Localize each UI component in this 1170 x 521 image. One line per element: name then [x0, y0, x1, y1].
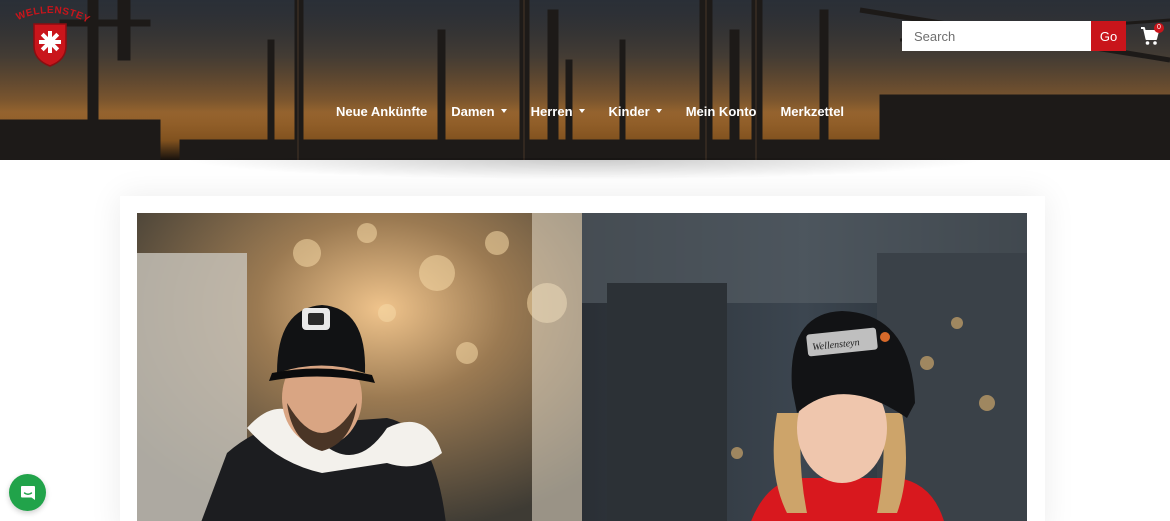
nav-item-damen[interactable]: Damen: [451, 102, 507, 120]
header-shadow: [180, 158, 990, 180]
cart-count-badge: 0: [1154, 23, 1164, 33]
wellensteyn-logo[interactable]: WELLENSTEYN: [8, 6, 92, 68]
caret-down-icon: [655, 109, 662, 113]
nav-item-label: Neue Ankünfte: [336, 103, 428, 119]
nav-item-kinder[interactable]: Kinder: [609, 102, 662, 120]
nav-item-label: Kinder: [608, 103, 650, 119]
search-go-button[interactable]: Go: [1091, 21, 1126, 51]
hero-right-photo: Wellensteyn: [582, 213, 1027, 521]
nav-item-mein-konto[interactable]: Mein Konto: [686, 102, 757, 120]
nav-item-label: Damen: [451, 103, 495, 119]
nav-item-label: Herren: [530, 103, 573, 119]
nav-item-label: Merkzettel: [780, 103, 845, 119]
nav-item-label: Mein Konto: [685, 103, 757, 119]
nav-item-new-arrivals[interactable]: Neue Ankünfte: [336, 102, 427, 120]
main-navigation: Neue Ankünfte Damen Herren Kinder Mein K…: [336, 102, 844, 120]
cart-button[interactable]: 0: [1140, 23, 1164, 48]
svg-text:WELLENSTEYN: WELLENSTEYN: [8, 6, 92, 26]
site-header: WELLENSTEYN Go 0 Neue Ankünfte Damen: [0, 0, 1170, 160]
hero-left-photo: [137, 213, 582, 521]
search-form: Go: [902, 21, 1126, 51]
caret-down-icon: [500, 109, 507, 113]
hero-image: Wellensteyn: [137, 213, 1027, 521]
hero-banner[interactable]: Wellensteyn: [137, 213, 1027, 521]
nav-item-merkzettel[interactable]: Merkzettel: [780, 102, 844, 120]
search-input[interactable]: [902, 21, 1091, 51]
chat-launcher-button[interactable]: [9, 474, 46, 511]
chat-bubble-icon: [20, 485, 35, 500]
nav-item-herren[interactable]: Herren: [531, 102, 585, 120]
caret-down-icon: [578, 109, 585, 113]
